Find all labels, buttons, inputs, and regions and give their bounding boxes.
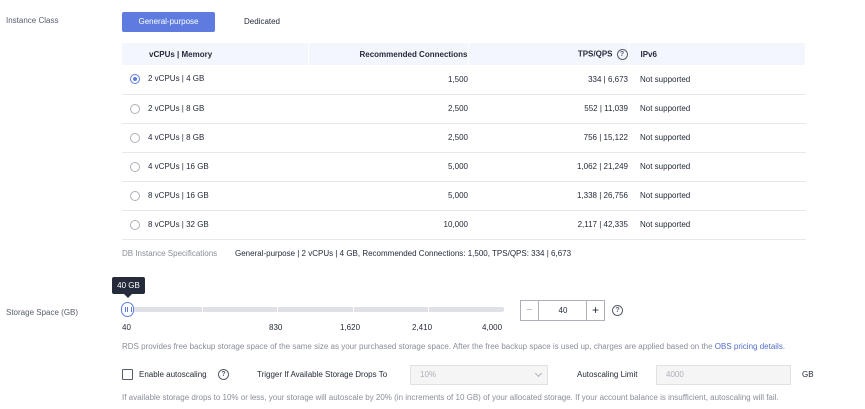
backup-note: RDS provides free backup storage space o… [122,342,785,351]
connections-cell: 2,500 [308,123,468,153]
connections-cell: 1,500 [308,65,468,95]
spec-text: 2 vCPUs | 8 GB [148,103,205,113]
table-row[interactable]: 8 vCPUs | 32 GB 10,000 2,117 | 42,335 Not s… [122,210,806,240]
slider-tick: 2,410 [412,323,433,332]
backup-note-text: RDS provides free backup storage space o… [122,342,715,351]
spec-cell: 2 vCPUs | 4 GB [122,65,308,95]
tps-cell: 1,338 | 26,756 [468,181,628,211]
autoscaling-help-icon[interactable]: ? [218,369,229,380]
slider-divider [277,307,278,312]
trigger-label: Trigger If Available Storage Drops To [257,370,388,379]
ipv6-cell: Not supported [628,181,806,211]
ipv6-cell: Not supported [628,65,806,95]
autoscaling-note: If available storage drops to 10% or les… [122,393,779,402]
table-header-row: vCPUs | Memory Recommended Connections T… [122,43,806,65]
storage-help-icon[interactable]: ? [612,305,623,316]
spec-radio[interactable] [130,74,140,85]
table-row[interactable]: 4 vCPUs | 8 GB 2,500 756 | 15,122 Not suppo… [122,123,806,153]
spec-text: 4 vCPUs | 8 GB [148,132,205,142]
ipv6-cell: Not supported [628,94,806,124]
tps-header-label: TPS/QPS [577,49,613,59]
spec-cell: 4 vCPUs | 8 GB [122,123,308,153]
spec-radio[interactable] [130,103,140,114]
ipv6-cell: Not supported [628,210,806,240]
increment-button[interactable]: + [586,301,604,320]
slider-tick: 830 [269,323,283,332]
col-header-connections: Recommended Connections [308,43,469,65]
spec-text: 4 vCPUs | 16 GB [148,161,209,171]
autoscaling-limit-label: Autoscaling Limit [577,370,638,379]
table-row[interactable]: 2 vCPUs | 4 GB 1,500 334 | 6,673 Not suppor… [122,65,806,95]
storage-value-input[interactable]: 40 [540,301,586,320]
spec-radio[interactable] [130,219,140,230]
spec-cell: 2 vCPUs | 8 GB [122,94,308,124]
slider-tick: 4,000 [482,323,503,332]
backup-note-end: . [782,342,786,351]
tooltip-arrow [124,294,132,298]
decrement-button[interactable]: − [521,301,539,320]
storage-space-label: Storage Space (GB) [6,308,79,317]
spec-table: vCPUs | Memory Recommended Connections T… [122,43,806,240]
slider-divider [353,307,354,312]
db-spec-label: DB Instance Specifications [122,249,218,258]
spec-text: 8 vCPUs | 16 GB [148,190,209,200]
tps-cell: 1,062 | 21,249 [468,152,628,182]
spec-radio[interactable] [130,190,140,201]
tab-general-purpose[interactable]: General-purpose [122,12,215,32]
tps-cell: 334 | 6,673 [468,65,628,95]
connections-cell: 2,500 [308,94,468,124]
tps-cell: 756 | 15,122 [468,123,628,153]
slider-divider [428,307,429,312]
help-icon[interactable]: ? [616,48,628,60]
table-row[interactable]: 2 vCPUs | 8 GB 2,500 552 | 11,039 Not suppo… [122,94,806,124]
limit-unit: GB [802,370,814,379]
col-header-vcpus-memory: vCPUs | Memory [122,43,309,65]
ipv6-cell: Not supported [628,152,806,182]
connections-cell: 5,000 [308,152,468,182]
connections-cell: 5,000 [308,181,468,211]
tps-cell: 552 | 11,039 [468,94,628,124]
tab-dedicated[interactable]: Dedicated [230,12,294,32]
trigger-threshold-select[interactable]: 10% [410,365,548,385]
col-header-ipv6: IPv6 [628,43,806,65]
slider-tick: 40 [122,323,131,332]
connections-cell: 10,000 [308,210,468,240]
spec-radio[interactable] [130,161,140,172]
tps-cell: 2,117 | 42,335 [468,210,628,240]
spec-text: 8 vCPUs | 32 GB [148,219,209,229]
spec-radio[interactable] [130,132,140,143]
enable-autoscaling-label[interactable]: Enable autoscaling [139,370,207,379]
slider-divider [202,307,203,312]
instance-class-label: Instance Class [6,16,59,25]
col-header-tps: TPS/QPS? [468,43,629,65]
table-row[interactable]: 4 vCPUs | 16 GB 5,000 1,062 | 21,249 Not su… [122,152,806,182]
obs-pricing-link[interactable]: OBS pricing details [715,342,783,351]
storage-slider-track[interactable] [127,307,504,312]
storage-stepper: − 40 + [520,300,605,321]
spec-text: 2 vCPUs | 4 GB [148,74,205,84]
storage-slider-handle[interactable] [121,302,134,317]
slider-tooltip: 40 GB [112,277,145,294]
spec-cell: 8 vCPUs | 32 GB [122,210,308,240]
spec-cell: 8 vCPUs | 16 GB [122,181,308,211]
chevron-down-icon [534,369,543,378]
trigger-select-value: 10% [420,370,437,379]
table-row[interactable]: 8 vCPUs | 16 GB 5,000 1,338 | 26,756 Not su… [122,181,806,211]
spec-cell: 4 vCPUs | 16 GB [122,152,308,182]
slider-tick: 1,620 [340,323,361,332]
db-spec-value: General-purpose | 2 vCPUs | 4 GB, Recomm… [235,249,572,258]
autoscaling-limit-input[interactable]: 4000 [656,365,791,385]
ipv6-cell: Not supported [628,123,806,153]
enable-autoscaling-checkbox[interactable] [122,369,133,380]
